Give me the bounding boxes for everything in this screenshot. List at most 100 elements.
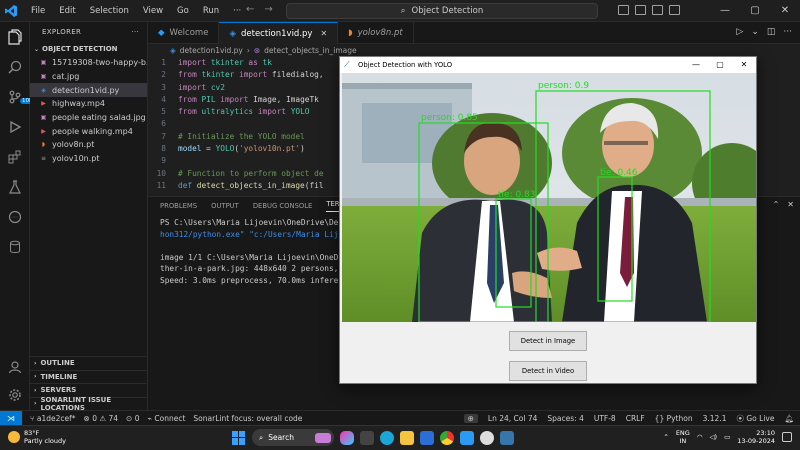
panel-tab-output[interactable]: OUTPUT (211, 202, 239, 210)
ms-store-icon[interactable] (420, 430, 434, 445)
section-sonarlint[interactable]: › SONARLINT ISSUE LOCATIONS (30, 396, 148, 412)
command-center-search[interactable]: ⌕ Object Detection (286, 3, 598, 19)
python-app-icon[interactable] (500, 430, 514, 445)
file-item[interactable]: ▣ people eating salad.jpg (30, 111, 147, 125)
sonarlint-focus[interactable]: SonarLint focus: overall code (193, 414, 302, 423)
notification-center-icon[interactable] (782, 432, 792, 442)
remote-explorer-icon[interactable]: ··· (6, 208, 24, 226)
line-endings[interactable]: CRLF (626, 414, 645, 423)
lang-bottom: IN (679, 437, 687, 445)
file-item[interactable]: ◗ yolov8n.pt (30, 138, 147, 152)
close-button[interactable]: ✕ (770, 0, 800, 22)
task-view-icon[interactable] (360, 430, 374, 445)
breadcrumb-symbol[interactable]: detect_objects_in_image (264, 46, 356, 55)
search-view-icon[interactable] (6, 58, 24, 76)
run-file-icon[interactable]: ▷ (736, 27, 743, 37)
file-item[interactable]: ▶ highway.mp4 (30, 97, 147, 111)
menu-run[interactable]: Run (196, 0, 226, 22)
customize-layout-icon[interactable] (669, 5, 680, 15)
database-icon[interactable] (6, 238, 24, 256)
taskbar-search[interactable]: ⌕ Search (252, 429, 334, 446)
split-editor-icon[interactable]: ◫ (767, 27, 776, 37)
panel-tab-debug-console[interactable]: DEBUG CONSOLE (253, 202, 313, 210)
menu-view[interactable]: View (136, 0, 170, 22)
breadcrumb-file[interactable]: detection1vid.py (180, 46, 243, 55)
menu-selection[interactable]: Selection (83, 0, 136, 22)
file-item[interactable]: ▣ 15719308-two-happy-b... (30, 56, 147, 70)
menu-more[interactable]: ··· (226, 0, 248, 22)
close-panel-icon[interactable]: ✕ (787, 200, 794, 209)
code-token: tkinter (201, 70, 240, 80)
close-tab-icon[interactable]: ✕ (320, 29, 327, 38)
section-label: TIMELINE (40, 372, 78, 381)
ports-count-label: 0 (134, 413, 140, 423)
remote-indicator-icon[interactable]: ⋊ (0, 410, 22, 426)
section-timeline[interactable]: › TIMELINE (30, 369, 148, 384)
show-hidden-icons-chevron-icon[interactable]: ⌃ (663, 433, 668, 441)
encoding[interactable]: UTF-8 (594, 414, 616, 423)
connect-status[interactable]: ⌁ Connect (147, 414, 185, 423)
tk-minimize-button[interactable]: — (684, 57, 708, 73)
accounts-icon[interactable] (6, 358, 24, 376)
start-windows-icon[interactable] (232, 430, 246, 445)
minimize-button[interactable]: — (710, 0, 740, 22)
tk-close-button[interactable]: ✕ (732, 57, 756, 73)
settings-gear-icon[interactable] (6, 386, 24, 404)
file-item[interactable]: ◈ detection1vid.py (30, 83, 147, 98)
notifications-bell-icon[interactable]: 🔔︎ (784, 414, 794, 423)
python-version[interactable]: 3.12.1 (703, 414, 727, 423)
forward-arrow-icon[interactable]: → (264, 4, 272, 15)
more-actions-icon[interactable]: ··· (783, 27, 792, 37)
toggle-sidebar-icon[interactable] (618, 5, 629, 15)
clock[interactable]: 23:10 13-09-2024 (737, 429, 775, 445)
tk-maximize-button[interactable]: ▢ (708, 57, 732, 73)
maximize-button[interactable]: ▢ (740, 0, 770, 22)
file-explorer-icon[interactable] (400, 430, 414, 445)
section-servers[interactable]: › SERVERS (30, 383, 148, 397)
workspace-folder[interactable]: ⌄ OBJECT DETECTION (30, 42, 147, 56)
github-icon[interactable] (480, 430, 494, 445)
tab-detection1vid[interactable]: ◈ detection1vid.py ✕ (219, 22, 339, 44)
explorer-icon[interactable] (6, 28, 24, 46)
toggle-panel-icon[interactable] (635, 5, 646, 15)
menu-file[interactable]: File (24, 0, 52, 22)
file-item[interactable]: ▶ people walking.mp4 (30, 124, 147, 138)
maximize-panel-icon[interactable]: ⌃ (773, 200, 780, 209)
input-language[interactable]: ENG IN (676, 429, 690, 445)
language-mode[interactable]: {} Python (655, 414, 693, 423)
more-actions-icon[interactable]: ··· (131, 28, 139, 36)
problems-count[interactable]: ⊗ 0 ⚠ 74 (84, 414, 118, 423)
tab-welcome[interactable]: ◆ Welcome (148, 22, 220, 44)
file-item[interactable]: ≡ yolov10n.pt (30, 152, 147, 166)
section-outline[interactable]: › OUTLINE (30, 356, 148, 370)
copilot-icon[interactable] (340, 430, 354, 445)
weather-widget[interactable]: 83°F Partly cloudy (8, 429, 66, 445)
detect-in-image-button[interactable]: Detect in Image (509, 331, 587, 351)
menu-go[interactable]: Go (170, 0, 196, 22)
battery-icon[interactable]: ▭ (724, 433, 730, 441)
tab-yolov8n[interactable]: ◗ yolov8n.pt (338, 22, 414, 44)
git-branch[interactable]: ⑂ a1de2cef* (30, 414, 76, 423)
ports-count[interactable]: ⊙ 0 (126, 414, 139, 423)
toggle-secondary-sidebar-icon[interactable] (652, 5, 663, 15)
file-item[interactable]: ▣ cat.jpg (30, 70, 147, 84)
edge-browser-icon[interactable] (380, 430, 394, 445)
menu-edit[interactable]: Edit (52, 0, 82, 22)
extensions-icon[interactable] (6, 148, 24, 166)
cursor-position[interactable]: Ln 24, Col 74 (488, 414, 537, 423)
indentation[interactable]: Spaces: 4 (547, 414, 583, 423)
source-control-icon[interactable]: 10K (6, 88, 35, 106)
panel-tab-problems[interactable]: PROBLEMS (160, 202, 197, 210)
vscode-taskbar-icon[interactable] (460, 430, 474, 445)
chrome-icon[interactable] (440, 430, 454, 445)
zoom-icon[interactable]: ⊕ (463, 414, 478, 423)
back-arrow-icon[interactable]: ← (246, 4, 254, 15)
volume-icon[interactable]: ◁) (710, 433, 718, 441)
detect-in-video-button[interactable]: Detect in Video (509, 361, 587, 381)
go-live[interactable]: ⦿ Go Live (736, 413, 774, 424)
chevron-right-icon: › (34, 400, 37, 408)
wifi-icon[interactable]: ◠ (697, 433, 703, 441)
run-debug-icon[interactable] (6, 118, 24, 136)
run-menu-chevron-icon[interactable]: ⌄ (751, 27, 759, 37)
testing-flask-icon[interactable] (6, 178, 24, 196)
